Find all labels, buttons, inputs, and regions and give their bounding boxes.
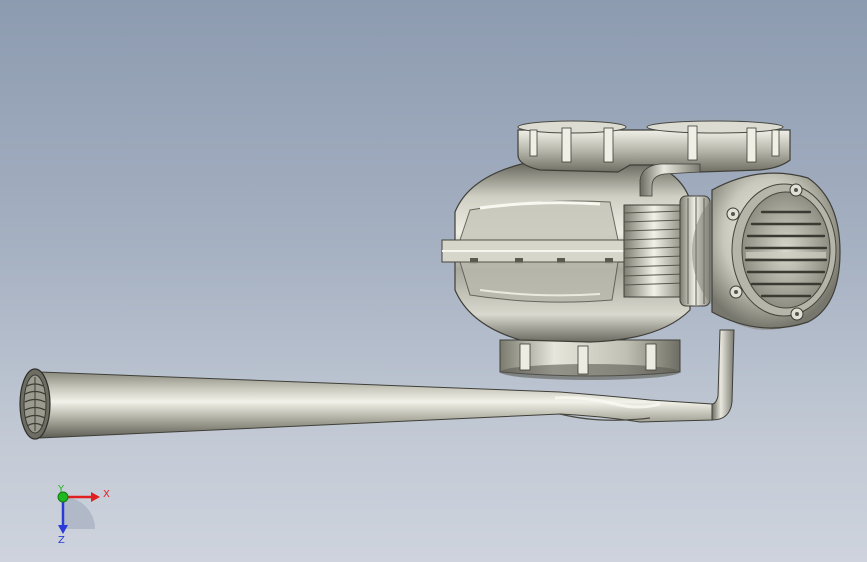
x-axis-arrowhead: [91, 492, 100, 502]
z-axis-arrowhead: [58, 525, 68, 534]
end-cap[interactable]: [692, 172, 841, 330]
pipe-end-filter[interactable]: [19, 368, 51, 440]
triad-plane: [63, 497, 95, 529]
x-axis-label: X: [103, 489, 110, 500]
bottom-flange[interactable]: [499, 339, 681, 380]
y-axis-label: Y: [57, 484, 65, 495]
z-axis-label: Z: [58, 535, 65, 546]
model-canvas[interactable]: X Y Z: [0, 0, 867, 562]
cad-viewport[interactable]: X Y Z: [0, 0, 867, 562]
orientation-triad[interactable]: X Y Z: [57, 484, 110, 546]
